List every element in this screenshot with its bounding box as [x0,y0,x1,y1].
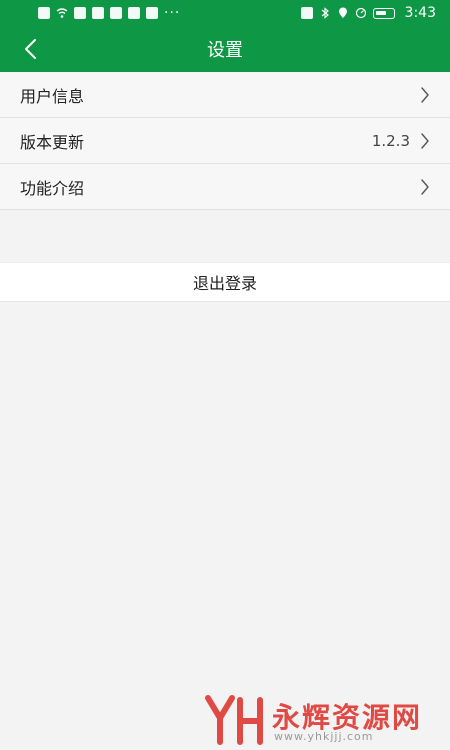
eye-icon [146,7,158,19]
chevron-left-icon [25,39,36,59]
settings-list: 用户信息 版本更新 1.2.3 功能介绍 [0,72,450,210]
nfc-icon [300,7,313,19]
location-icon [92,7,104,19]
bluetooth-icon [321,7,329,19]
settings-item-label: 版本更新 [20,132,85,152]
status-time: 3:43 [404,5,436,21]
status-bar: ··· 3:43 [0,0,450,26]
chevron-right-icon [421,178,429,195]
settings-item-label: 功能介绍 [20,178,85,198]
wifi-icon [56,8,68,18]
overflow-indicator: ··· [164,5,181,21]
chevron-right-icon [421,86,429,103]
settings-item-right: 1.2.3 [372,132,430,150]
battery-icon [372,7,395,19]
app-header: 设置 [0,26,450,72]
settings-item-right [420,86,430,103]
chevron-right-icon [421,132,429,149]
back-button[interactable] [12,26,48,72]
settings-item-feature-intro[interactable]: 功能介绍 [0,164,450,210]
page-title: 设置 [207,40,243,61]
alert-icon [38,7,50,19]
status-right-icons: 3:43 [300,5,436,21]
version-number: 1.2.3 [371,131,410,150]
location-icon [338,7,347,18]
watermark: 永辉资源网 www.yhkjjj.com [202,688,450,750]
book-icon [110,7,122,19]
speed-icon [355,7,366,19]
settings-item-user-info[interactable]: 用户信息 [0,72,450,118]
settings-item-version-update[interactable]: 版本更新 1.2.3 [0,118,450,164]
watermark-url: www.yhkjjj.com [274,730,374,743]
status-left-icons: ··· [38,5,180,21]
settings-item-right [420,178,430,195]
watermark-logo [205,695,263,745]
logout-button[interactable]: 退出登录 [0,262,450,302]
app-icon [74,7,86,19]
share-icon [128,7,140,19]
settings-item-label: 用户信息 [20,86,85,106]
watermark-name: 永辉资源网 [272,701,423,734]
